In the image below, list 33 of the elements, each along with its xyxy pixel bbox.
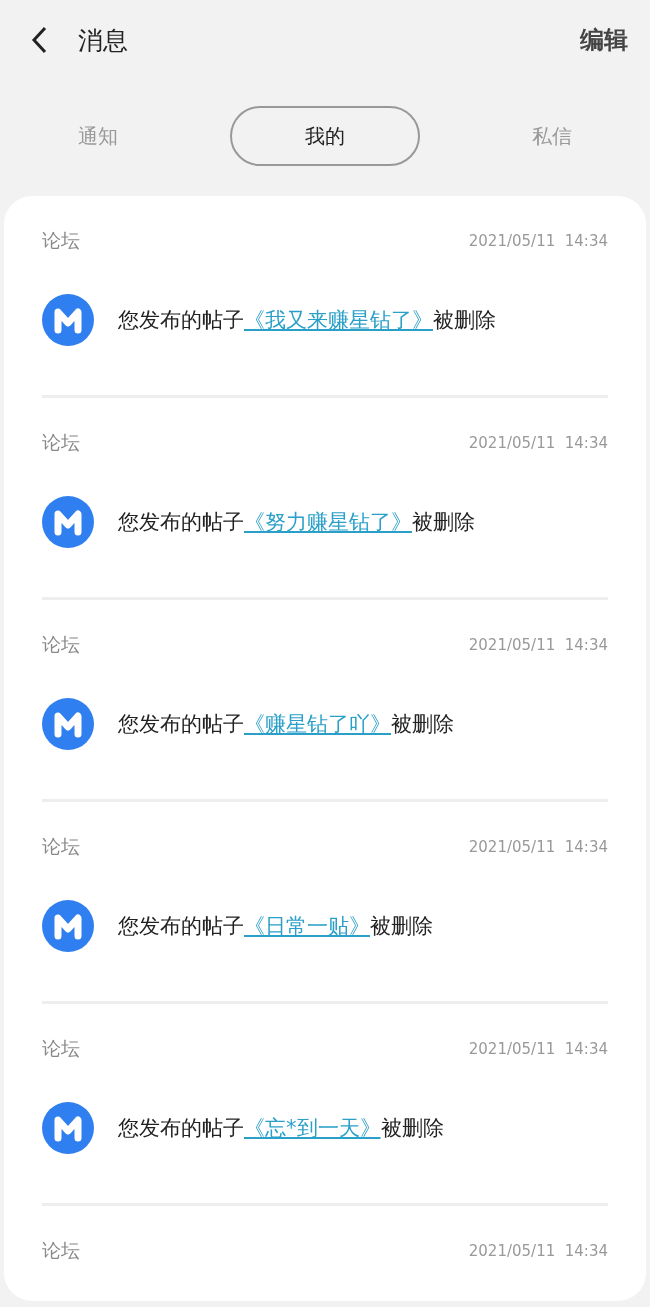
message-source: 论坛	[42, 1036, 80, 1061]
message-source: 论坛	[42, 430, 80, 455]
page-title: 消息	[78, 24, 129, 57]
app-logo-icon	[42, 1102, 94, 1154]
post-link[interactable]: 《我又来赚星钻了》	[244, 308, 433, 332]
tab[interactable]: 我的	[230, 106, 420, 166]
message-time: 2021/05/11 14:34	[468, 838, 608, 856]
post-link[interactable]: 《赚星钻了吖》	[244, 712, 391, 736]
edit-button[interactable]: 编辑	[580, 24, 628, 56]
message-time: 2021/05/11 14:34	[468, 232, 608, 250]
app-logo-icon	[42, 698, 94, 750]
post-link[interactable]: 《努力赚星钻了》	[244, 510, 412, 534]
message-text: 您发布的帖子《日常一贴》被删除	[118, 913, 433, 940]
message-source: 论坛	[42, 834, 80, 859]
message-time: 2021/05/11 14:34	[468, 636, 608, 654]
message-source: 论坛	[42, 1238, 80, 1263]
message-text: 您发布的帖子《我又来赚星钻了》被删除	[118, 307, 496, 334]
message-text: 您发布的帖子《忘*到一天》被删除	[118, 1115, 444, 1142]
post-link[interactable]: 《忘*到一天》	[244, 1116, 381, 1140]
message-source: 论坛	[42, 632, 80, 657]
back-icon	[30, 25, 48, 55]
message-text: 您发布的帖子《努力赚星钻了》被删除	[118, 509, 475, 536]
message-time: 2021/05/11 14:34	[468, 434, 608, 452]
app-logo-icon	[42, 294, 94, 346]
app-logo-icon	[42, 900, 94, 952]
message-time: 2021/05/11 14:34	[468, 1242, 608, 1260]
tab[interactable]: 私信	[502, 106, 602, 166]
tab[interactable]: 通知	[48, 106, 148, 166]
message-time: 2021/05/11 14:34	[468, 1040, 608, 1058]
message-text: 您发布的帖子《赚星钻了吖》被删除	[118, 711, 454, 738]
message-source: 论坛	[42, 228, 80, 253]
app-logo-icon	[42, 496, 94, 548]
post-link[interactable]: 《日常一贴》	[244, 914, 370, 938]
